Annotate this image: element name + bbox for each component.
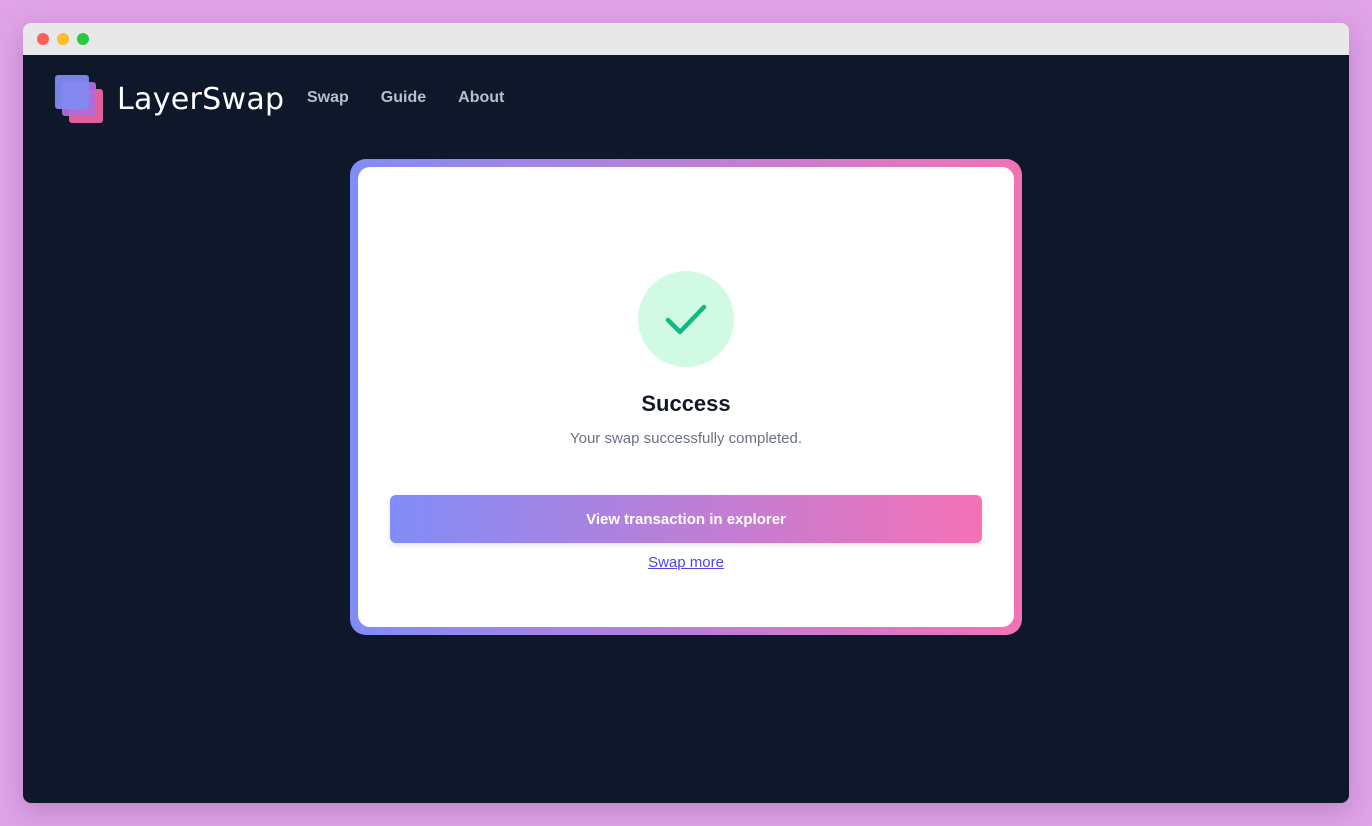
browser-window: LayerSwap Swap Guide About Success Your … (23, 23, 1349, 803)
result-title: Success (641, 391, 731, 416)
view-transaction-button[interactable]: View transaction in explorer (390, 495, 982, 543)
main-nav: Swap Guide About (307, 89, 536, 107)
app-content: LayerSwap Swap Guide About Success Your … (23, 55, 1349, 803)
maximize-window-button[interactable] (77, 33, 89, 45)
swap-more-container: Swap more (358, 554, 1014, 572)
success-badge (638, 271, 734, 367)
result-message: Your swap successfully completed. (569, 430, 803, 447)
result-card: Success Your swap successfully completed… (358, 167, 1014, 627)
close-window-button[interactable] (37, 33, 49, 45)
logo[interactable]: LayerSwap (55, 75, 284, 123)
brand-name: LayerSwap (117, 81, 285, 117)
minimize-window-button[interactable] (57, 33, 69, 45)
result-card-frame: Success Your swap successfully completed… (350, 159, 1022, 635)
window-titlebar (23, 23, 1349, 55)
check-icon (665, 304, 707, 335)
nav-item-guide[interactable]: Guide (381, 89, 426, 107)
nav-item-swap[interactable]: Swap (307, 89, 349, 107)
layerswap-logo-icon (55, 75, 103, 123)
swap-more-link[interactable]: Swap more (648, 554, 724, 571)
nav-item-about[interactable]: About (458, 89, 504, 107)
